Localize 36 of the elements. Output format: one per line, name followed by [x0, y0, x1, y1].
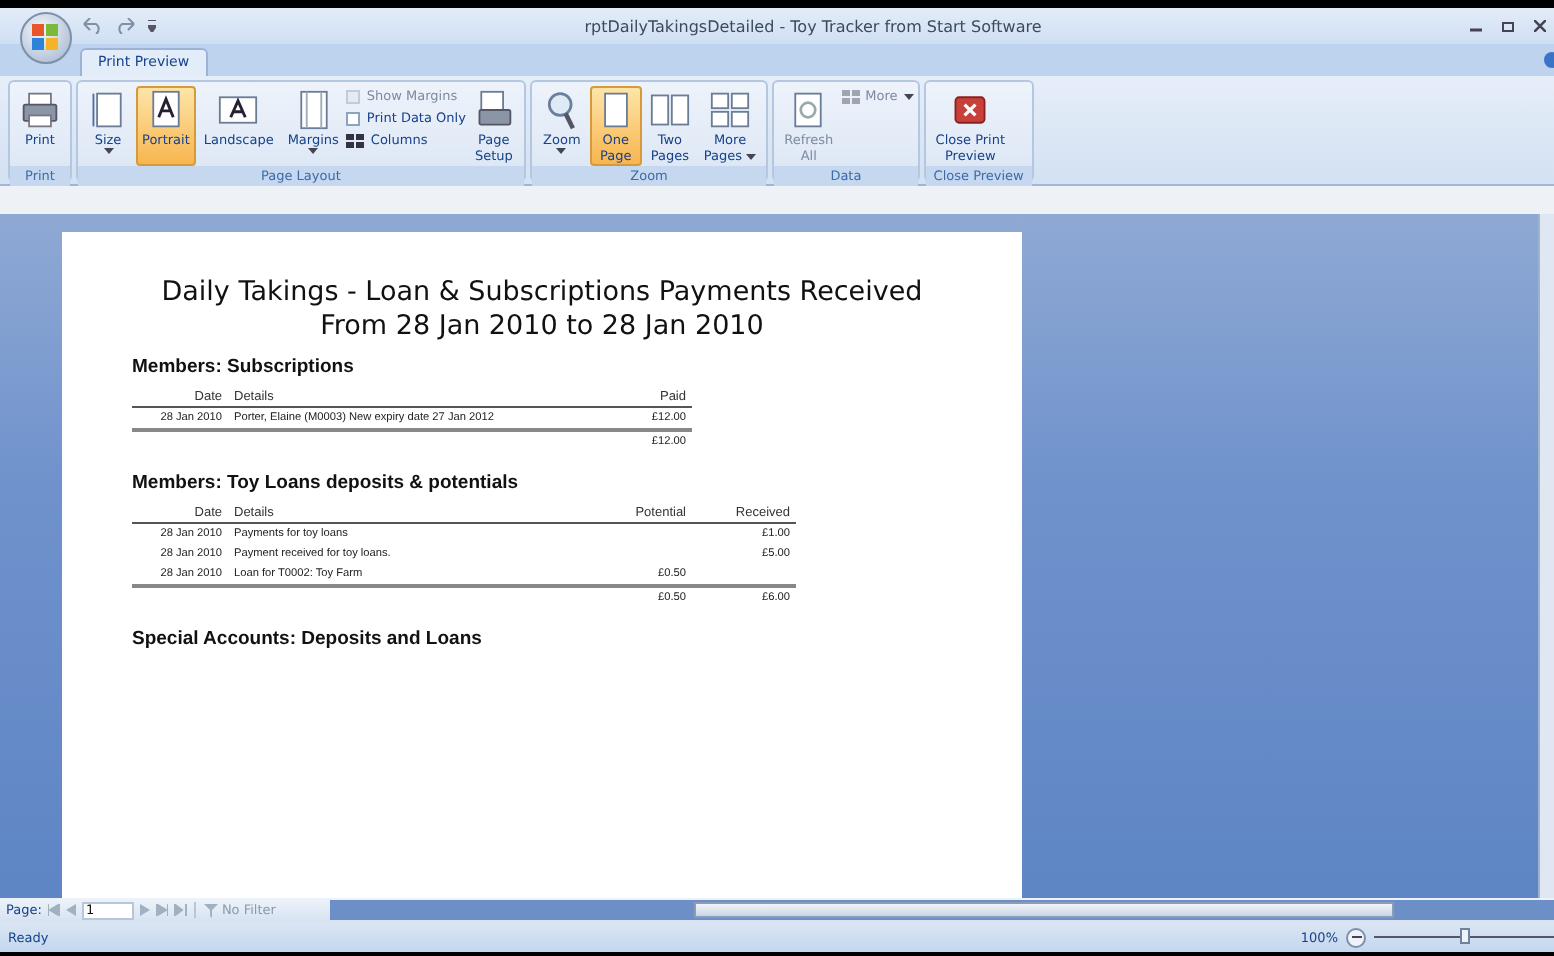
horizontal-scrollbar[interactable]: [330, 900, 1554, 920]
portrait-icon: [152, 90, 180, 128]
office-logo-icon: [32, 24, 60, 52]
section-heading: Special Accounts: Deposits and Loans: [132, 628, 484, 650]
redo-icon[interactable]: [114, 18, 138, 34]
report-title: From 28 Jan 2010 to 28 Jan 2010: [318, 310, 766, 344]
new-record-icon[interactable]: [173, 904, 188, 916]
vertical-scrollbar[interactable]: [1538, 214, 1554, 898]
one-page-icon: [604, 92, 628, 128]
section-heading: Members: Subscriptions: [132, 356, 356, 378]
restore-icon[interactable]: [1502, 20, 1514, 32]
first-record-icon[interactable]: [47, 904, 60, 916]
section-heading: Members: Toy Loans deposits & potentials: [132, 472, 521, 494]
undo-icon[interactable]: [80, 18, 104, 34]
close-icon[interactable]: [1534, 20, 1546, 32]
printer-icon: [22, 92, 58, 128]
office-button[interactable]: [20, 12, 72, 64]
four-pages-icon: [710, 92, 750, 128]
previous-record-icon[interactable]: [65, 904, 76, 916]
magnifier-icon: [547, 92, 575, 130]
last-record-icon[interactable]: [155, 904, 168, 916]
filter-icon: [203, 903, 218, 917]
next-record-icon[interactable]: [139, 904, 150, 916]
customize-icon[interactable]: [148, 20, 156, 32]
landscape-icon: [219, 96, 258, 124]
page-setup-icon: [478, 90, 512, 126]
margins-icon: [299, 90, 327, 130]
grid-icon: [841, 89, 860, 103]
page-icon: [92, 92, 122, 128]
zoom-out-button[interactable]: [1346, 927, 1366, 947]
refresh-icon: [795, 92, 823, 128]
window-title: rptDailyTakingsDetailed - Toy Tracker from Start Software: [582, 17, 1044, 35]
close-icon: [954, 96, 986, 124]
report-title: Daily Takings - Loan & Subscriptions Payments Received: [159, 276, 925, 310]
two-pages-icon: [650, 94, 689, 126]
grid-icon: [346, 133, 365, 147]
